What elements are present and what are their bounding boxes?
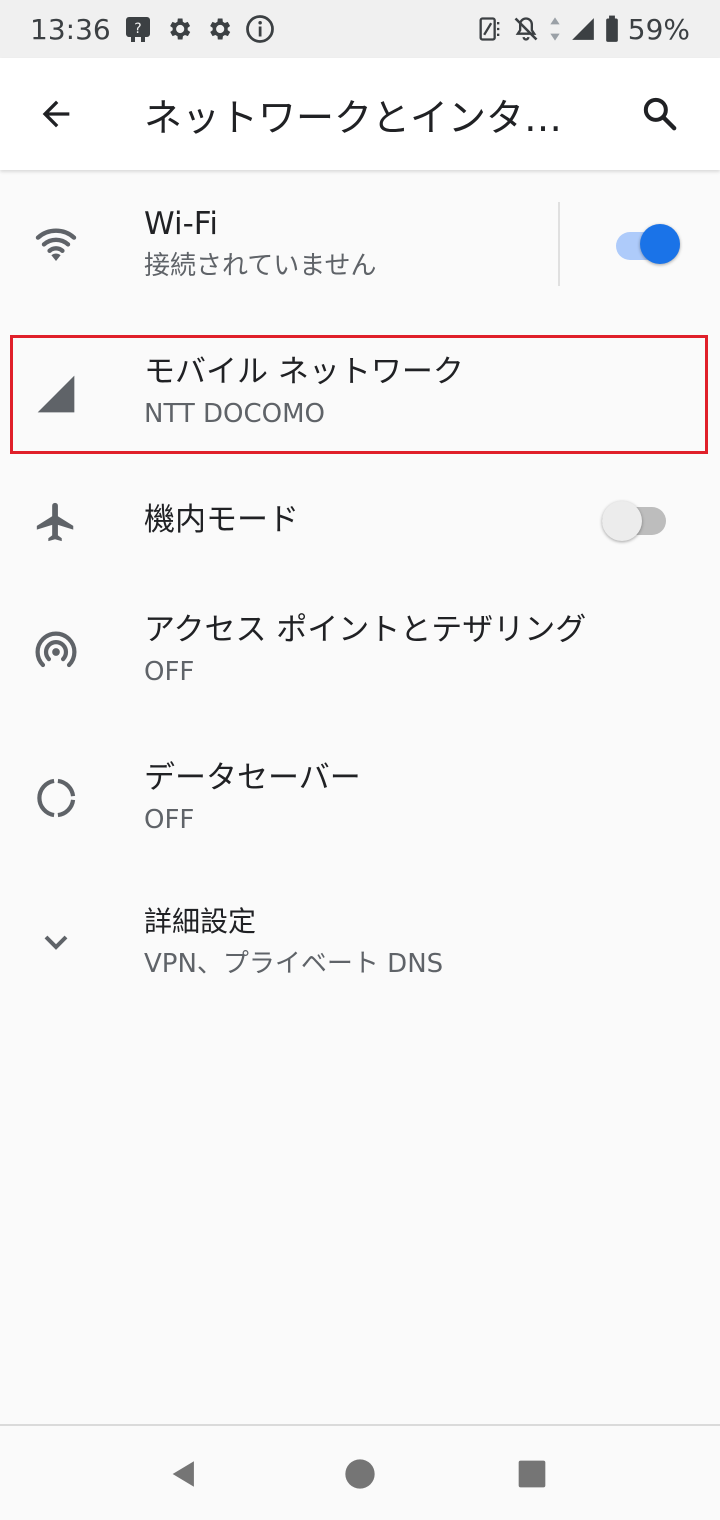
data-saver-icon bbox=[28, 770, 84, 826]
toggle-thumb bbox=[640, 224, 680, 264]
app-bar: ネットワークとインタ… bbox=[0, 58, 720, 170]
battery-percent: 59% bbox=[627, 12, 690, 46]
gear-icon bbox=[169, 18, 190, 40]
chevron-down-icon bbox=[28, 914, 84, 970]
list-item-wifi[interactable]: Wi-Fi 接続されていません bbox=[0, 186, 720, 302]
auto-rotate-icon bbox=[479, 17, 500, 41]
nav-home-button[interactable] bbox=[330, 1444, 390, 1504]
toggle-thumb bbox=[602, 501, 642, 541]
nav-recents-button[interactable] bbox=[502, 1444, 562, 1504]
cell-signal-icon bbox=[571, 18, 594, 40]
item-title: 詳細設定 bbox=[144, 905, 257, 938]
list-item-data-saver[interactable]: データセーバー OFF bbox=[0, 744, 720, 860]
item-subtitle: OFF bbox=[144, 657, 195, 687]
nav-recents-icon bbox=[518, 1460, 546, 1488]
item-title: Wi-Fi bbox=[144, 206, 218, 242]
item-title: データセーバー bbox=[144, 760, 361, 796]
airplane-icon bbox=[28, 494, 84, 550]
nav-back-button[interactable] bbox=[154, 1444, 214, 1504]
status-time: 13:36 bbox=[30, 12, 111, 46]
hotspot-icon bbox=[28, 624, 84, 680]
item-title: 機内モード bbox=[144, 502, 299, 538]
list-item-advanced[interactable]: 詳細設定 VPN、プライベート DNS bbox=[0, 890, 720, 1000]
notification-app-icon: ? bbox=[125, 17, 150, 42]
info-icon bbox=[245, 15, 274, 43]
item-divider bbox=[558, 202, 560, 286]
battery-icon bbox=[605, 15, 618, 42]
item-title: アクセス ポイントとテザリング bbox=[144, 612, 587, 648]
arrow-back-icon bbox=[42, 100, 70, 128]
svg-text:?: ? bbox=[134, 21, 141, 37]
search-button[interactable] bbox=[620, 74, 700, 154]
bell-off-icon bbox=[514, 17, 538, 41]
gear-icon bbox=[209, 18, 230, 40]
back-button[interactable] bbox=[0, 58, 112, 170]
airplane-toggle[interactable] bbox=[602, 501, 668, 545]
status-bar: 13:36 ? 59% bbox=[0, 0, 720, 58]
page-title: ネットワークとインタ… bbox=[144, 95, 563, 140]
nav-back-icon bbox=[172, 1461, 194, 1487]
nav-home-icon bbox=[345, 1459, 375, 1489]
wifi-icon bbox=[28, 216, 84, 272]
highlight-box bbox=[10, 335, 708, 454]
search-icon bbox=[643, 97, 677, 131]
item-subtitle: VPN、プライベート DNS bbox=[144, 949, 444, 979]
system-nav-bar bbox=[0, 1424, 720, 1520]
wifi-toggle[interactable] bbox=[616, 224, 682, 270]
list-item-hotspot-tethering[interactable]: アクセス ポイントとテザリング OFF bbox=[0, 596, 720, 712]
item-subtitle: 接続されていません bbox=[144, 251, 377, 281]
data-arrows-icon bbox=[550, 17, 560, 41]
item-subtitle: OFF bbox=[144, 805, 195, 835]
